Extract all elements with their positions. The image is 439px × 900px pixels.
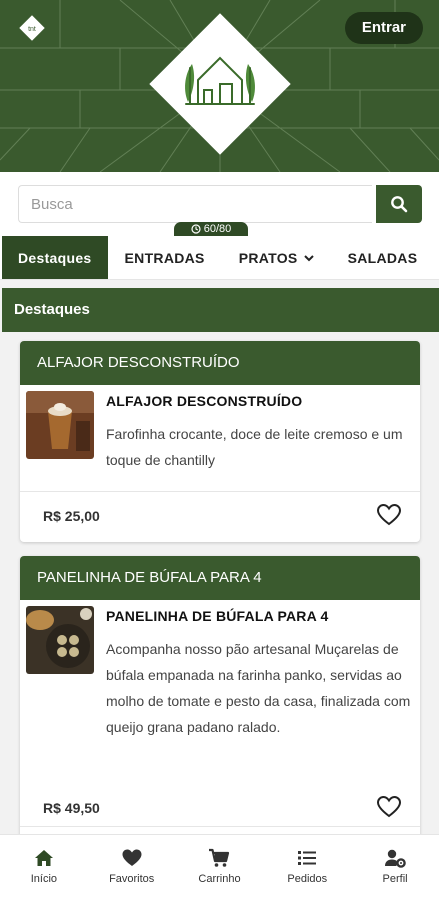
timer-text: 60/80 xyxy=(203,223,232,235)
tab-label: ENTRADAS xyxy=(124,249,205,266)
tab-pratos[interactable]: PRATOS xyxy=(222,236,331,279)
category-tabs: Destaques ENTRADAS PRATOS SALADAS xyxy=(0,236,439,280)
clock-icon xyxy=(191,224,201,234)
header-banner: tnt Entrar xyxy=(0,0,439,172)
search-input[interactable] xyxy=(18,185,372,223)
product-card[interactable]: PANELINHA DE BÚFALA PARA 4 PANELINHA DE … xyxy=(20,556,420,846)
section-title: Destaques xyxy=(2,288,439,332)
product-description: Farofinha crocante, doce de leite cremos… xyxy=(106,426,403,468)
tab-destaques[interactable]: Destaques xyxy=(2,236,108,279)
tab-label: SALADAS xyxy=(347,249,418,266)
divider xyxy=(20,826,420,827)
timer-badge: 60/80 xyxy=(174,222,248,236)
login-button[interactable]: Entrar xyxy=(344,12,423,44)
nav-label: Favoritos xyxy=(109,873,155,885)
product-description: Acompanha nosso pão artesanal Muçarelas … xyxy=(106,641,411,735)
product-card[interactable]: ALFAJOR DESCONSTRUÍDO ALFAJOR DESCONSTRU… xyxy=(20,341,420,542)
list-icon xyxy=(298,851,317,865)
nav-label: Início xyxy=(30,873,58,885)
mini-logo-text: tnt xyxy=(28,26,36,33)
chevron-down-icon xyxy=(303,254,314,261)
product-image xyxy=(26,606,94,674)
nav-favoritos[interactable]: Favoritos xyxy=(88,835,176,900)
tab-label: Destaques xyxy=(18,249,92,266)
product-name: PANELINHA DE BÚFALA PARA 4 xyxy=(106,608,329,624)
home-icon xyxy=(34,850,53,866)
product-price: R$ 49,50 xyxy=(43,800,100,816)
nav-perfil[interactable]: Perfil xyxy=(351,835,439,900)
tab-entradas[interactable]: ENTRADAS xyxy=(108,236,222,279)
nav-label: Carrinho xyxy=(198,873,241,885)
divider xyxy=(20,491,420,492)
product-image xyxy=(26,391,94,459)
restaurant-logo xyxy=(149,13,291,155)
bottom-navigation: Início Favoritos Carrinho Pedidos Perfil xyxy=(0,834,439,900)
mini-logo-icon[interactable]: tnt xyxy=(18,14,46,42)
heart-icon xyxy=(122,849,142,866)
search-icon xyxy=(391,196,408,213)
card-title: PANELINHA DE BÚFALA PARA 4 xyxy=(20,556,420,600)
nav-inicio[interactable]: Início xyxy=(0,835,88,900)
heart-outline-icon[interactable] xyxy=(376,795,402,819)
cart-icon xyxy=(209,848,230,867)
nav-pedidos[interactable]: Pedidos xyxy=(263,835,351,900)
heart-outline-icon[interactable] xyxy=(376,503,402,527)
tab-label: PRATOS xyxy=(238,249,298,266)
search-button[interactable] xyxy=(376,185,422,223)
nav-label: Perfil xyxy=(382,873,408,885)
nav-carrinho[interactable]: Carrinho xyxy=(176,835,264,900)
user-gear-icon xyxy=(385,849,406,868)
product-price: R$ 25,00 xyxy=(43,508,100,524)
card-title: ALFAJOR DESCONSTRUÍDO xyxy=(20,341,420,385)
app-root: tnt Entrar Busca 60/80 Destaques ENTRADA… xyxy=(0,0,439,900)
nav-label: Pedidos xyxy=(287,873,328,885)
tab-saladas[interactable]: SALADAS xyxy=(331,236,435,279)
product-name: ALFAJOR DESCONSTRUÍDO xyxy=(106,393,303,409)
